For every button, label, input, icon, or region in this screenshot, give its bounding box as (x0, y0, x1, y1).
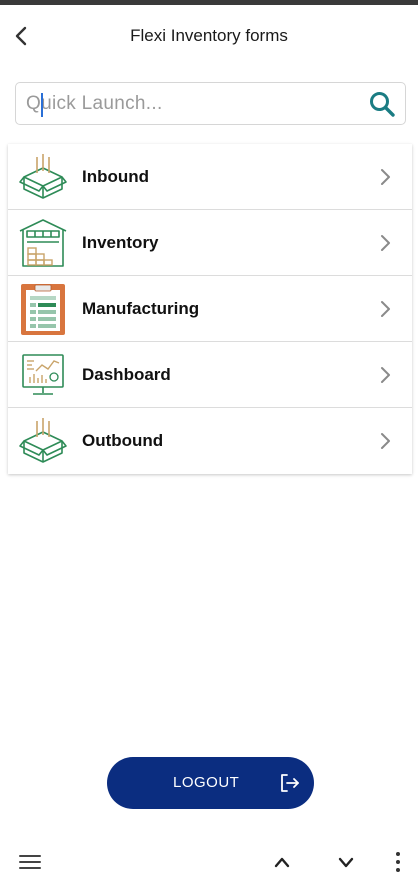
clipboard-icon (21, 284, 65, 335)
warehouse-icon (19, 219, 67, 267)
search-input[interactable] (26, 89, 356, 119)
menu-item-label: Manufacturing (82, 298, 200, 318)
forms-menu: Inbound Inventory Manufacturing Dashboar… (8, 144, 412, 474)
chevron-right-icon (381, 301, 390, 317)
bottom-navigation-bar (0, 840, 418, 887)
menu-item-inbound[interactable]: Inbound (8, 144, 412, 210)
chevron-right-icon (381, 367, 390, 383)
logout-label: LOGOUT (173, 774, 240, 791)
open-box-icon (19, 154, 67, 199)
quick-launch-search (15, 82, 406, 125)
menu-item-manufacturing[interactable]: Manufacturing (8, 276, 412, 342)
menu-item-label: Dashboard (82, 364, 171, 384)
more-options-button[interactable] (384, 848, 412, 876)
logout-icon (281, 774, 299, 792)
scroll-up-button[interactable] (268, 848, 296, 876)
hamburger-menu-icon (19, 855, 41, 869)
menu-button[interactable] (16, 848, 44, 876)
dashboard-monitor-icon (22, 354, 64, 395)
more-vertical-icon (396, 852, 400, 872)
chevron-right-icon (381, 433, 390, 449)
search-icon (370, 92, 395, 117)
logout-button[interactable]: LOGOUT (107, 757, 314, 809)
menu-item-outbound[interactable]: Outbound (8, 408, 412, 474)
menu-item-inventory[interactable]: Inventory (8, 210, 412, 276)
scroll-down-button[interactable] (332, 848, 360, 876)
text-caret (41, 93, 43, 117)
menu-item-label: Outbound (82, 431, 164, 450)
menu-item-label: Inventory (82, 232, 159, 252)
menu-item-label: Inbound (82, 166, 150, 186)
page-title: Flexi Inventory forms (130, 26, 288, 45)
menu-item-dashboard[interactable]: Dashboard (8, 342, 412, 408)
app-header: Flexi Inventory forms (0, 5, 418, 67)
open-box-icon (19, 418, 67, 463)
chevron-right-icon (381, 169, 390, 185)
chevron-right-icon (381, 235, 390, 251)
search-button[interactable] (368, 90, 396, 118)
chevron-down-icon (338, 857, 354, 868)
chevron-up-icon (274, 857, 290, 868)
